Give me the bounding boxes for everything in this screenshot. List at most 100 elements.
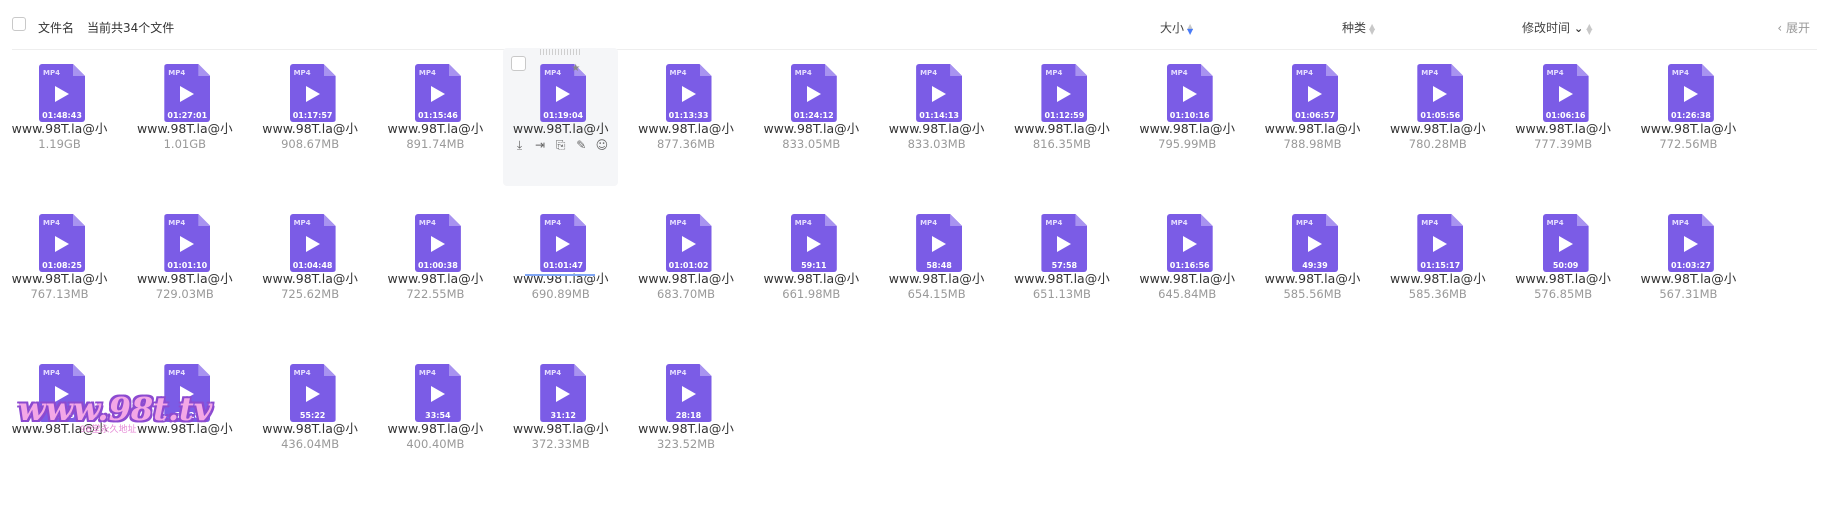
file-item[interactable]: MP4 50:09 www.98T.la@小 576.85MB xyxy=(1506,198,1621,336)
star-icon[interactable]: ★ xyxy=(571,63,580,74)
file-item[interactable]: MP4 01:06:16 www.98T.la@小 777.39MB xyxy=(1506,48,1621,186)
file-name[interactable]: www.98T.la@小 xyxy=(879,268,994,287)
file-item[interactable]: MP4 01:17:57 www.98T.la@小 908.67MB xyxy=(253,48,368,186)
column-name-label[interactable]: 文件名 xyxy=(38,19,74,36)
file-name[interactable]: www.98T.la@小 xyxy=(754,118,869,137)
file-name[interactable]: www.98T.la@小 xyxy=(127,268,242,287)
file-browser: 文件名 当前共34个文件 大小 ▲ ▼ 种类 ▲ ▼ 修改时间 ⌄ ▲ ▼ ‹ 展开 MP4 0… xyxy=(0,0,1828,510)
file-name[interactable]: www.98T.la@小 xyxy=(1004,118,1119,137)
file-ext-label: MP4 xyxy=(418,369,436,377)
file-name[interactable]: www.98T.la@小 xyxy=(253,418,368,437)
file-item[interactable]: MP4 01:24:12 www.98T.la@小 833.05MB xyxy=(754,48,869,186)
file-size: 767.13MB xyxy=(30,287,89,301)
file-item[interactable]: MP4 28:18 www.98T.la@小 323.52MB xyxy=(629,348,744,486)
file-name[interactable]: www.98T.la@小 xyxy=(1380,118,1495,137)
file-name[interactable]: www.98T.la@小 xyxy=(1380,268,1495,287)
file-name[interactable]: www.98T.la@小 xyxy=(378,268,493,287)
file-name[interactable]: www.98T.la@小 xyxy=(754,268,869,287)
file-name[interactable]: www.98T.la@小 xyxy=(2,118,117,137)
share-icon[interactable]: ⎘ xyxy=(554,138,568,152)
file-item[interactable]: MP4 59:11 www.98T.la@小 661.98MB xyxy=(754,198,869,336)
video-file-icon: MP4 33:54 xyxy=(414,364,461,422)
file-name[interactable]: www.98T.la@小 xyxy=(879,118,994,137)
file-name[interactable]: www.98T.la@小 xyxy=(253,268,368,287)
file-name[interactable]: www.98T.la@小 xyxy=(629,118,744,137)
column-type[interactable]: 种类 ▲ ▼ xyxy=(1342,19,1375,36)
file-size: 323.52MB xyxy=(656,437,716,451)
file-item[interactable]: MP4 01:27:01 www.98T.la@小 1.01GB xyxy=(127,48,242,186)
sort-icon: ▲ ▼ xyxy=(1586,21,1593,36)
file-item[interactable]: MP4 57:58 www.98T.la@小 651.13MB xyxy=(1004,198,1119,336)
file-name[interactable]: www.98T.la@小 xyxy=(1506,118,1621,137)
file-size: 651.13MB xyxy=(1032,287,1091,301)
file-item[interactable]: MP4 01:08:25 www.98T.la@小 767.13MB xyxy=(2,198,117,336)
file-name[interactable]: www.98T.la@小 xyxy=(1130,118,1245,137)
edit-icon[interactable]: ✎ xyxy=(574,138,588,152)
file-name[interactable]: www.98T.la@小 xyxy=(1255,268,1370,287)
file-fold xyxy=(1326,214,1338,226)
file-name[interactable]: www.98T.la@小 xyxy=(503,118,618,137)
file-item[interactable]: MP4 49:39 www.98T.la@小 585.56MB xyxy=(1255,198,1370,336)
move-icon[interactable]: ⇥ xyxy=(533,138,547,152)
drag-handle[interactable] xyxy=(540,49,581,55)
file-name[interactable]: www.98T.la@小 xyxy=(2,268,117,287)
file-item[interactable]: MP4 01:06:57 www.98T.la@小 788.98MB xyxy=(1255,48,1370,186)
file-item[interactable]: MP4 31:12 www.98T.la@小 372.33MB xyxy=(503,348,618,486)
file-item[interactable]: MP4 01:15:17 www.98T.la@小 585.36MB xyxy=(1380,198,1495,336)
play-icon xyxy=(1308,86,1322,102)
file-fold xyxy=(699,214,712,226)
file-item[interactable]: MP4 01:01:47 www.98T.la@小 690.89MB xyxy=(503,198,618,336)
play-icon xyxy=(55,236,69,252)
file-size: 683.70MB xyxy=(656,287,716,301)
download-icon[interactable]: ⤓ xyxy=(512,138,526,152)
file-item[interactable]: MP4 01:19:04 www.98T.la@小 ★ ⤓ ⇥ ⎘ ✎ ☺ xyxy=(503,48,619,186)
column-modified-label: 修改时间 xyxy=(1522,21,1571,35)
file-ext-label: MP4 xyxy=(1421,219,1439,227)
file-name[interactable]: www.98T.la@小 xyxy=(503,418,618,437)
video-file-icon: MP4 01:14:13 xyxy=(916,64,963,122)
file-size: 795.99MB xyxy=(1158,137,1217,151)
file-ext-label: MP4 xyxy=(669,369,687,377)
file-name[interactable]: www.98T.la@小 xyxy=(629,418,744,437)
play-icon xyxy=(1683,86,1698,102)
file-item[interactable]: MP4 01:00:38 www.98T.la@小 722.55MB xyxy=(378,198,493,336)
file-name[interactable]: www.98T.la@小 xyxy=(629,268,744,287)
file-item[interactable]: MP4 01:03:27 www.98T.la@小 567.31MB xyxy=(1631,198,1746,336)
file-name[interactable]: www.98T.la@小 xyxy=(1631,118,1746,137)
file-name[interactable]: www.98T.la@小 xyxy=(253,118,368,137)
file-name[interactable]: www.98T.la@小 xyxy=(503,268,618,287)
file-item[interactable]: MP4 01:48:43 www.98T.la@小 1.19GB xyxy=(2,48,117,186)
column-type-label: 种类 xyxy=(1342,21,1367,35)
file-name[interactable]: www.98T.la@小 xyxy=(1631,268,1746,287)
file-size: 725.62MB xyxy=(281,287,340,301)
file-item[interactable]: MP4 33:54 www.98T.la@小 400.40MB xyxy=(378,348,493,486)
file-name[interactable]: www.98T.la@小 xyxy=(378,418,493,437)
file-item[interactable]: MP4 01:14:13 www.98T.la@小 833.03MB xyxy=(879,48,994,186)
file-item[interactable]: MP4 01:01:10 www.98T.la@小 729.03MB xyxy=(127,198,242,336)
file-item[interactable]: MP4 01:16:56 www.98T.la@小 645.84MB xyxy=(1130,198,1245,336)
file-item[interactable]: MP4 01:15:46 www.98T.la@小 891.74MB xyxy=(378,48,493,186)
file-name[interactable]: www.98T.la@小 xyxy=(378,118,493,137)
file-name[interactable]: www.98T.la@小 xyxy=(1255,118,1370,137)
file-item[interactable]: MP4 01:10:16 www.98T.la@小 795.99MB xyxy=(1130,48,1245,186)
file-item[interactable]: MP4 01:05:56 www.98T.la@小 780.28MB xyxy=(1380,48,1495,186)
file-size: 788.98MB xyxy=(1283,137,1342,151)
file-item[interactable]: MP4 01:01:02 www.98T.la@小 683.70MB xyxy=(629,198,744,336)
file-item[interactable]: MP4 01:04:48 www.98T.la@小 725.62MB xyxy=(253,198,368,336)
file-item[interactable]: MP4 01:26:38 www.98T.la@小 772.56MB xyxy=(1631,48,1746,186)
file-name[interactable]: www.98T.la@小 xyxy=(127,118,242,137)
file-ext-label: MP4 xyxy=(669,69,687,77)
file-item[interactable]: MP4 01:13:33 www.98T.la@小 877.36MB xyxy=(629,48,744,186)
select-all-checkbox[interactable] xyxy=(12,17,26,31)
file-item[interactable]: MP4 58:48 www.98T.la@小 654.15MB xyxy=(879,198,994,336)
file-name[interactable]: www.98T.la@小 xyxy=(1130,268,1245,287)
file-item[interactable]: MP4 55:22 www.98T.la@小 436.04MB xyxy=(253,348,368,486)
column-size[interactable]: 大小 ▲ ▼ xyxy=(1160,19,1193,36)
file-checkbox[interactable] xyxy=(511,56,527,71)
column-modified[interactable]: 修改时间 ⌄ ▲ ▼ xyxy=(1522,19,1592,36)
file-name[interactable]: www.98T.la@小 xyxy=(1004,268,1119,287)
file-item[interactable]: MP4 01:12:59 www.98T.la@小 816.35MB xyxy=(1004,48,1119,186)
more-icon[interactable]: ☺ xyxy=(595,138,609,152)
file-name[interactable]: www.98T.la@小 xyxy=(1506,268,1621,287)
expand-panel-button[interactable]: ‹ 展开 xyxy=(1777,19,1810,36)
